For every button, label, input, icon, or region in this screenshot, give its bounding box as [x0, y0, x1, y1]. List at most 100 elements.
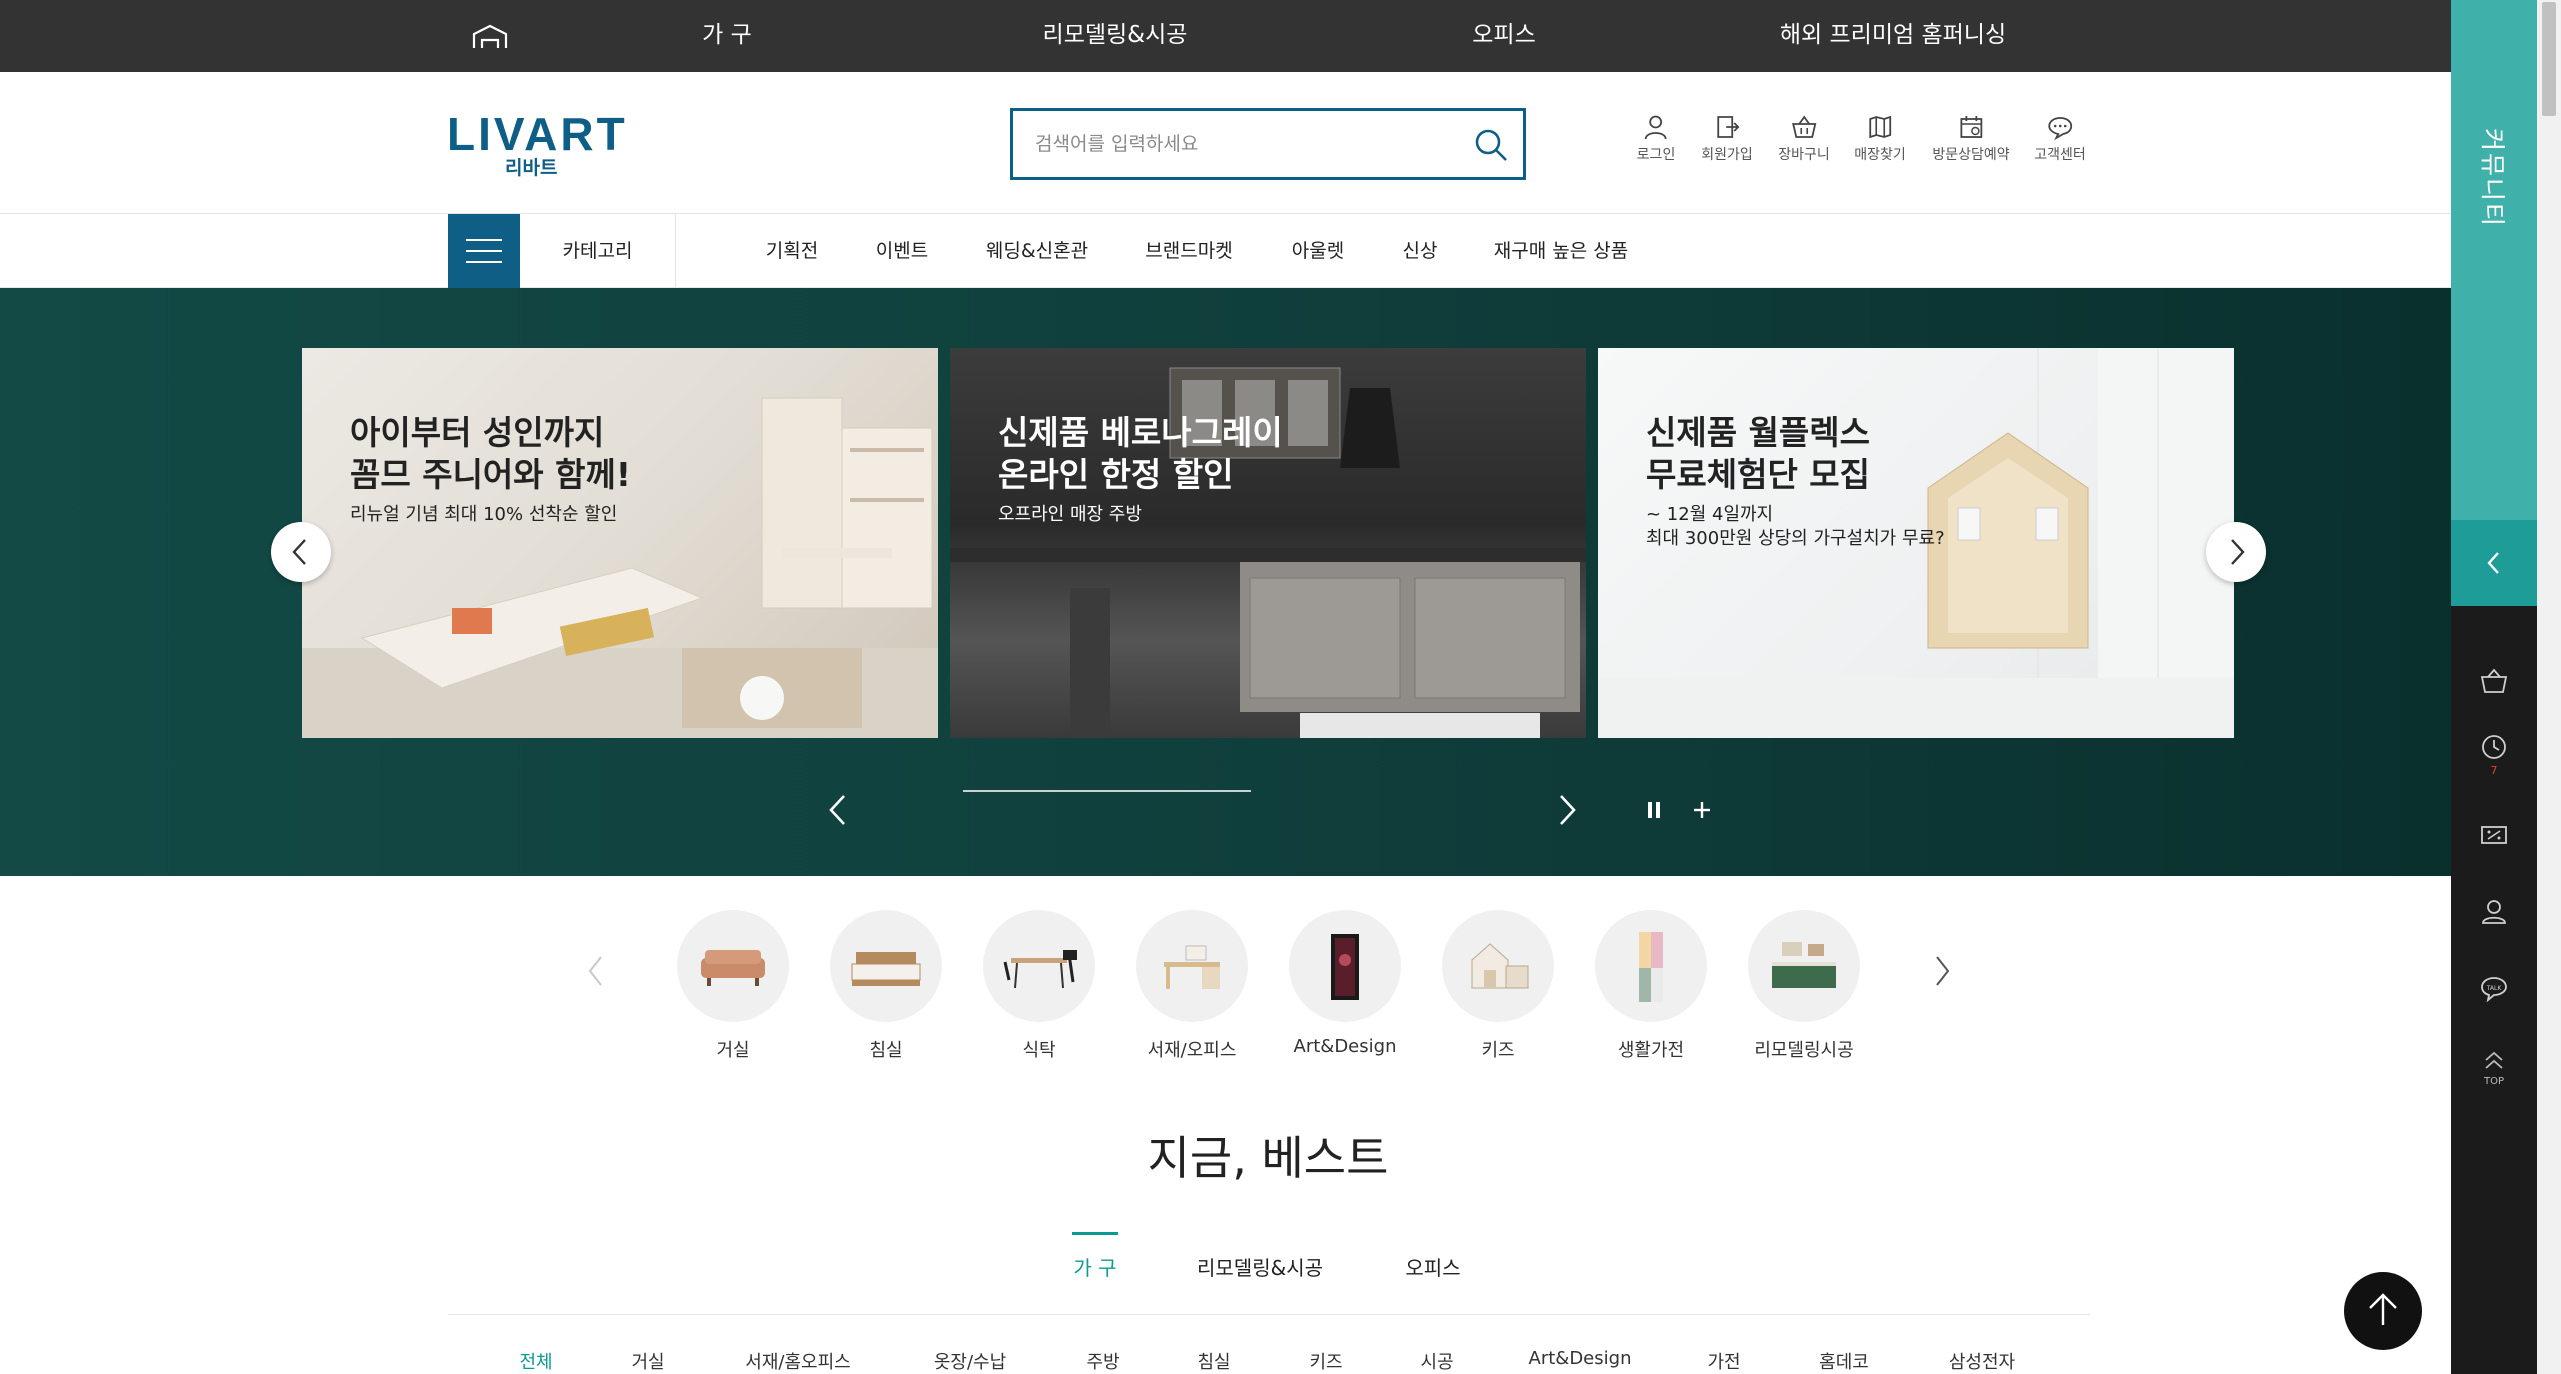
header: LIVART 리바트 로그인 회원가입 장바구니 [0, 72, 2451, 214]
topbar-item-remodeling[interactable]: 리모델링&시공 [1043, 0, 1188, 72]
kids-house-icon [1442, 910, 1554, 1022]
customer-center-link[interactable]: 고객센터 [2034, 114, 2086, 164]
tab-remodeling[interactable]: 리모델링&시공 [1197, 1252, 1323, 1281]
category-remodeling-label: 리모델링시공 [1754, 1040, 1854, 1061]
category-art-design[interactable]: Art&Design [1289, 910, 1401, 1057]
sidebar-toggle-button[interactable] [2451, 520, 2537, 606]
hero-next-arrow-icon[interactable] [1555, 794, 1579, 826]
plus-icon[interactable] [1692, 800, 1712, 820]
category-bedroom[interactable]: 침실 [830, 910, 942, 1062]
scrollbar-thumb[interactable] [2542, 2, 2556, 116]
category-appliance[interactable]: 생활가전 [1595, 910, 1707, 1062]
visit-reservation-link[interactable]: 방문상담예약 [1932, 114, 2010, 164]
sub-tab-home-deco[interactable]: 홈데코 [1819, 1348, 1869, 1374]
topbar-item-office[interactable]: 오피스 [1472, 0, 1535, 72]
category-living[interactable]: 거실 [677, 910, 789, 1062]
sub-tab-art-design[interactable]: Art&Design [1529, 1348, 1632, 1369]
banner-kitchen-subtitle: 오프라인 매장 주방 [998, 504, 1142, 525]
sub-tab-samsung[interactable]: 삼성전자 [1949, 1348, 2015, 1374]
cart-icon[interactable] [2479, 666, 2509, 696]
talk-icon[interactable]: TALK [2479, 974, 2509, 1004]
hero-prev-arrow-icon[interactable] [826, 794, 850, 826]
topbar-item-furniture[interactable]: 가 구 [702, 0, 752, 72]
banner-wallflex-subtitle: ~ 12월 4일까지 최대 300만원 상당의 가구설치가 무료? [1646, 504, 1945, 549]
sub-tab-kitchen[interactable]: 주방 [1086, 1348, 1119, 1374]
chat-icon [2048, 117, 2072, 140]
category-living-label: 거실 [716, 1040, 750, 1061]
category-bedroom-label: 침실 [869, 1040, 903, 1061]
nav-item-brand-market[interactable]: 브랜드마켓 [1145, 214, 1232, 288]
kitchen-illustration [950, 367, 1586, 738]
community-label: 커뮤니티 [2478, 127, 2507, 229]
scroll-to-top-button[interactable] [2344, 1272, 2422, 1350]
category-art-design-label: Art&Design [1293, 1036, 1397, 1057]
category-dining[interactable]: 식탁 [983, 910, 1095, 1062]
tab-office[interactable]: 오피스 [1405, 1252, 1460, 1281]
coupon-icon[interactable] [2479, 820, 2509, 850]
category-study-office[interactable]: 서재/오피스 [1136, 910, 1248, 1062]
nav-item-rebuy[interactable]: 재구매 높은 상품 [1494, 214, 1628, 288]
store-finder-link[interactable]: 매장찾기 [1854, 114, 1906, 164]
category-prev-arrow-icon[interactable] [586, 955, 606, 987]
all-menu-button[interactable] [448, 214, 520, 288]
nav-item-new[interactable]: 신상 [1403, 214, 1438, 288]
community-tab[interactable]: 커뮤니티 [2451, 0, 2537, 520]
banner-kids[interactable]: 아이부터 성인까지 꼼므 주니어와 함께! 리뉴얼 기념 최대 10% 선착순 … [302, 348, 938, 738]
kitchen-cabinet-icon [1748, 910, 1860, 1022]
search-box [1010, 108, 1526, 180]
category-dining-label: 식탁 [1022, 1040, 1056, 1061]
banner-kitchen[interactable]: 신제품 베로나그레이 온라인 한정 할인 오프라인 매장 주방 [950, 348, 1586, 738]
nav-item-event[interactable]: 이벤트 [876, 214, 928, 288]
category-study-office-label: 서재/오피스 [1147, 1040, 1237, 1061]
banner-wallflex-title: 신제품 월플렉스 무료체험단 모집 [1646, 413, 1871, 494]
tab-furniture[interactable]: 가 구 [1073, 1252, 1116, 1281]
carousel-prev-button[interactable] [271, 522, 331, 582]
svg-text:리바트: 리바트 [505, 157, 557, 179]
livart-logo[interactable]: LIVART 리바트 [447, 110, 632, 180]
home-icon[interactable] [470, 22, 510, 52]
top-bar: 가 구 리모델링&시공 오피스 해외 프리미엄 홈퍼니싱 [0, 0, 2451, 72]
signup-label: 회원가입 [1701, 147, 1753, 163]
cart-label: 장바구니 [1778, 147, 1830, 163]
pause-icon[interactable] [1645, 800, 1663, 820]
carousel-next-button[interactable] [2206, 522, 2266, 582]
banner-kitchen-title: 신제품 베로나그레이 온라인 한정 할인 [998, 413, 1283, 494]
chevron-left-icon [292, 539, 306, 565]
store-location-icon[interactable] [2479, 896, 2509, 926]
search-input[interactable] [1035, 129, 1455, 159]
signup-link[interactable]: 회원가입 [1701, 114, 1753, 164]
right-quick-sidebar: 커뮤니티 7 TALK TOP [2451, 0, 2537, 1374]
desk-icon [1136, 910, 1248, 1022]
sub-tab-study[interactable]: 서재/홈오피스 [745, 1348, 850, 1374]
basket-icon [1791, 115, 1817, 138]
sub-tab-appliance[interactable]: 가전 [1707, 1348, 1740, 1374]
category-remodeling[interactable]: 리모델링시공 [1748, 910, 1860, 1062]
nav-item-outlet[interactable]: 아울렛 [1292, 214, 1344, 288]
sub-tab-kids[interactable]: 키즈 [1309, 1348, 1342, 1374]
sidebar-top-button[interactable]: TOP [2475, 1050, 2513, 1087]
calendar-icon [1960, 116, 1982, 138]
svg-text:TALK: TALK [2486, 985, 2503, 992]
nav-item-wedding[interactable]: 웨딩&신혼관 [986, 214, 1088, 288]
active-tab-indicator [1072, 1232, 1118, 1235]
recent-view-button[interactable]: 7 [2479, 732, 2509, 777]
user-icon [1645, 115, 1667, 140]
sub-tab-construction[interactable]: 시공 [1420, 1348, 1453, 1374]
cart-link[interactable]: 장바구니 [1778, 114, 1830, 164]
category-next-arrow-icon[interactable] [1932, 955, 1952, 987]
login-label: 로그인 [1636, 147, 1676, 163]
category-kids[interactable]: 키즈 [1442, 910, 1554, 1062]
search-icon[interactable] [1473, 127, 1509, 163]
sub-tab-all[interactable]: 전체 [519, 1348, 552, 1374]
banner-wallflex[interactable]: 신제품 월플렉스 무료체험단 모집 ~ 12월 4일까지 최대 300만원 상당… [1598, 348, 2234, 738]
category-menu[interactable]: 카테고리 [520, 214, 676, 288]
sub-tab-living[interactable]: 거실 [631, 1348, 664, 1374]
nav-item-exhibition[interactable]: 기획전 [766, 214, 818, 288]
page-scrollbar[interactable] [2537, 0, 2561, 1374]
topbar-item-premium[interactable]: 해외 프리미엄 홈퍼니싱 [1780, 0, 2006, 72]
sub-tab-bedroom[interactable]: 침실 [1197, 1348, 1230, 1374]
sub-tab-storage[interactable]: 옷장/수납 [934, 1348, 1006, 1374]
login-link[interactable]: 로그인 [1636, 114, 1676, 164]
chevron-right-icon [2231, 539, 2245, 565]
kids-room-illustration [302, 397, 938, 738]
